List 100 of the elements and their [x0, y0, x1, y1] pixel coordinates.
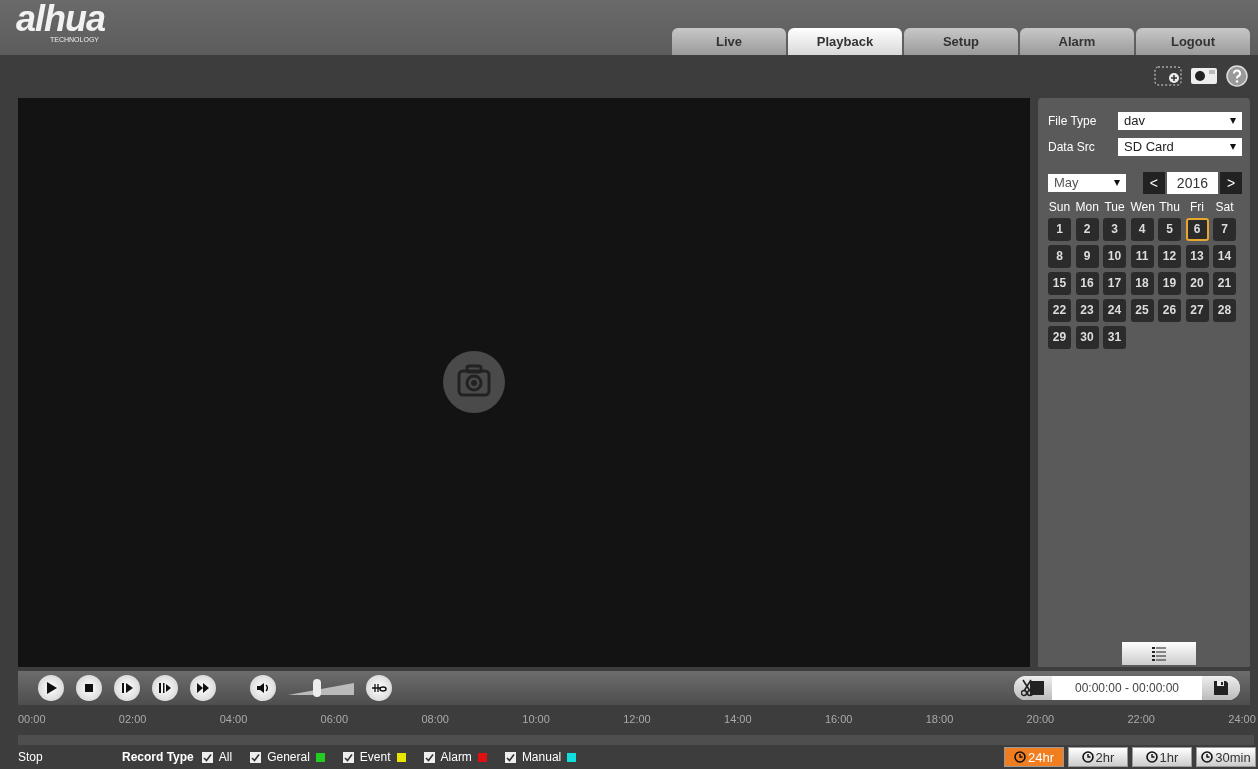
calendar-day[interactable]: 31: [1103, 325, 1126, 349]
calendar-day[interactable]: 19: [1158, 271, 1181, 295]
file-list-button[interactable]: [1122, 642, 1196, 666]
field-label: Data Src: [1048, 139, 1096, 154]
calendar-day[interactable]: 12: [1158, 244, 1181, 268]
camera-icon[interactable]: [1190, 66, 1218, 87]
weekday-label: Thu: [1158, 199, 1181, 214]
calendar-day[interactable]: 13: [1185, 244, 1209, 268]
record-type-name: Manual: [521, 750, 562, 764]
calendar-day[interactable]: 1: [1048, 217, 1071, 241]
previous-year-button[interactable]: <: [1142, 171, 1165, 194]
calendar-day[interactable]: 2: [1075, 217, 1099, 241]
stop-button[interactable]: [76, 675, 102, 702]
calendar-day[interactable]: 28: [1213, 298, 1236, 322]
calendar-day[interactable]: 24: [1103, 298, 1126, 322]
calendar-day[interactable]: 29: [1048, 325, 1071, 349]
calendar-day[interactable]: 4: [1130, 217, 1154, 241]
calendar-day[interactable]: 8: [1048, 244, 1071, 268]
clock-icon: [1014, 751, 1026, 763]
nav-tab[interactable]: Alarm: [1020, 27, 1134, 55]
time-label: 18:00: [925, 713, 954, 728]
time-label: 22:00: [1127, 713, 1155, 728]
time-label: 06:00: [320, 713, 349, 728]
volume-slider[interactable]: [288, 679, 354, 698]
record-type-name: Event: [359, 750, 391, 764]
checkbox[interactable]: [250, 751, 262, 763]
time-label: 08:00: [421, 713, 449, 728]
calendar-day[interactable]: 22: [1048, 298, 1071, 322]
calendar-day[interactable]: 16: [1075, 271, 1099, 295]
time-label: 12:00: [623, 713, 651, 728]
list-icon: [1152, 646, 1166, 661]
calendar-day[interactable]: 6: [1185, 217, 1209, 241]
field-label: File Type: [1048, 113, 1098, 128]
data-source-select[interactable]: SD Card: [1118, 137, 1242, 156]
calendar-day[interactable]: 14: [1213, 244, 1236, 268]
zoom-region-icon[interactable]: [1154, 66, 1182, 87]
scissors-film-icon: [1021, 679, 1045, 698]
time-label: 24:00: [1228, 713, 1256, 728]
fast-button[interactable]: [190, 675, 216, 702]
record-type-label: Record Type: [122, 750, 194, 764]
calendar-day[interactable]: 11: [1130, 244, 1154, 268]
camera-icon: [441, 349, 507, 416]
save-button[interactable]: [1202, 676, 1240, 701]
file-type-select[interactable]: dav: [1118, 111, 1242, 130]
time-label: 14:00: [724, 713, 752, 728]
clip-button[interactable]: [1014, 676, 1052, 701]
clip-time-range: 00:00:00 - 00:00:00: [1073, 681, 1181, 696]
nav-tab[interactable]: Playback: [788, 27, 902, 55]
checkbox[interactable]: [342, 751, 354, 763]
nav-tab[interactable]: Live: [672, 27, 786, 55]
help-icon[interactable]: [1226, 65, 1248, 88]
step-button[interactable]: [114, 675, 140, 702]
nav-tab[interactable]: Setup: [904, 27, 1018, 55]
logo: alhua: [16, 1, 106, 36]
digital-zoom-button[interactable]: [366, 675, 392, 702]
clock-icon: [1145, 751, 1158, 763]
weekday-label: Sat: [1214, 199, 1235, 214]
weekday-label: Fri: [1189, 199, 1205, 214]
calendar-day[interactable]: 27: [1185, 298, 1209, 322]
play-icon: [44, 681, 58, 696]
month-select[interactable]: May: [1048, 173, 1126, 192]
calendar-day[interactable]: 20: [1185, 271, 1209, 295]
calendar-day[interactable]: 26: [1158, 298, 1181, 322]
clock-icon: [1081, 751, 1094, 763]
calendar-day[interactable]: 21: [1213, 271, 1236, 295]
calendar-day[interactable]: 18: [1130, 271, 1154, 295]
weekday-label: Tue: [1103, 199, 1126, 214]
time-label: 04:00: [219, 713, 248, 728]
calendar-day[interactable]: 17: [1103, 271, 1126, 295]
time-scale-button[interactable]: 30min: [1196, 747, 1256, 767]
slow-button[interactable]: [152, 675, 178, 702]
year-field[interactable]: 2016: [1166, 171, 1218, 194]
time-scale-button[interactable]: 1hr: [1132, 747, 1192, 767]
calendar-day[interactable]: 9: [1075, 244, 1099, 268]
checkbox[interactable]: [504, 751, 516, 763]
weekday-label: Sun: [1048, 199, 1071, 214]
step-icon: [120, 681, 134, 696]
speaker-icon: [256, 681, 270, 696]
slow-icon: [158, 681, 172, 696]
nav-tab[interactable]: Logout: [1136, 27, 1250, 55]
time-label: 16:00: [824, 713, 853, 728]
checkbox[interactable]: [423, 751, 435, 763]
calendar-day[interactable]: 7: [1213, 217, 1236, 241]
checkbox[interactable]: [201, 751, 213, 763]
calendar-day[interactable]: 3: [1103, 217, 1126, 241]
playback-status: Stop: [18, 750, 44, 764]
time-label: 10:00: [522, 713, 550, 728]
time-scale-button[interactable]: 2hr: [1068, 747, 1128, 767]
calendar-day[interactable]: 23: [1075, 298, 1099, 322]
calendar-day[interactable]: 5: [1158, 217, 1181, 241]
calendar-day[interactable]: 30: [1075, 325, 1099, 349]
volume-button[interactable]: [250, 675, 276, 702]
next-year-button[interactable]: >: [1220, 171, 1242, 194]
calendar-day[interactable]: 10: [1103, 244, 1126, 268]
calendar-day[interactable]: 15: [1048, 271, 1071, 295]
calendar-day[interactable]: 25: [1130, 298, 1154, 322]
fast-icon: [196, 681, 210, 696]
time-label: 02:00: [118, 713, 147, 728]
play-button[interactable]: [38, 675, 64, 702]
clock-icon: [1201, 751, 1214, 763]
